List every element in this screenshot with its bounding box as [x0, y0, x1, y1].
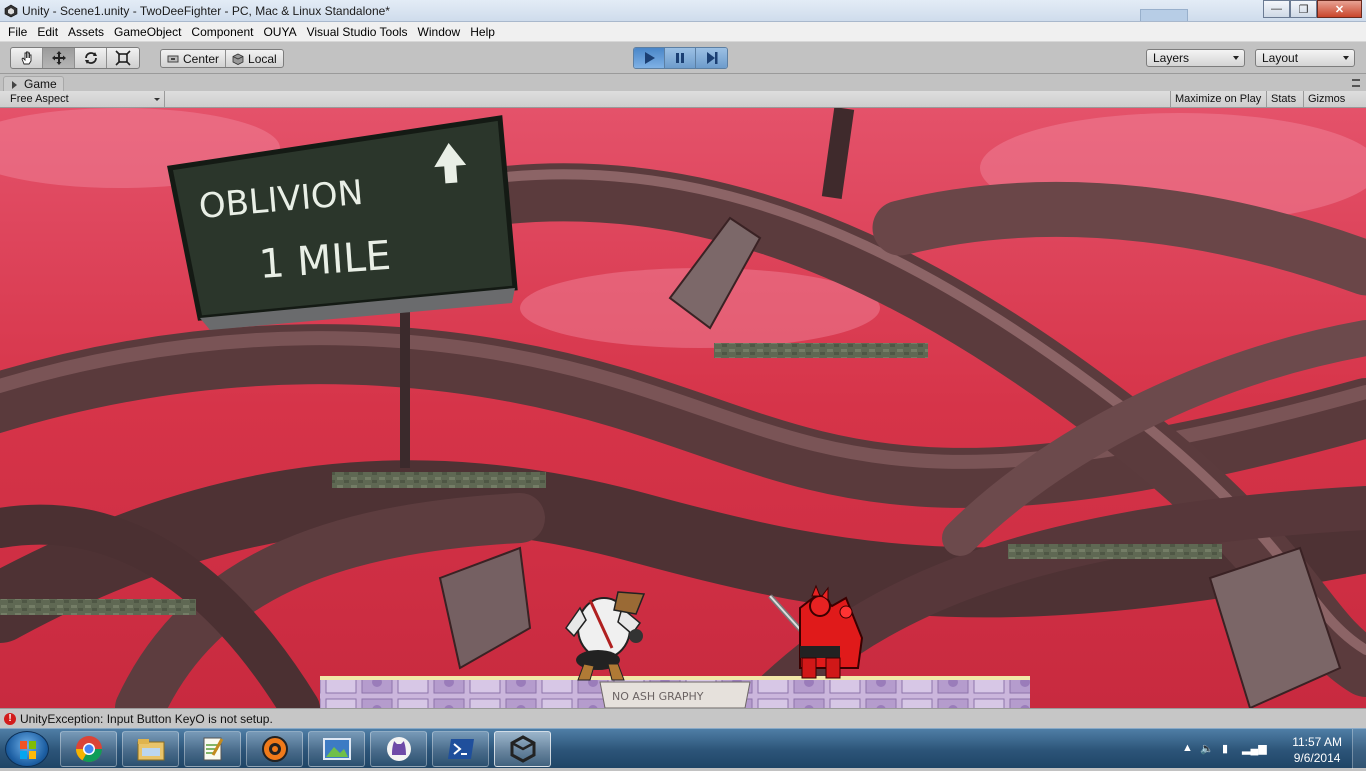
cube-icon — [232, 53, 244, 65]
minimize-button[interactable]: — — [1263, 0, 1290, 18]
menu-bar: File Edit Assets GameObject Component OU… — [0, 22, 1366, 42]
title-bar: Unity - Scene1.unity - TwoDeeFighter - P… — [0, 0, 1366, 22]
start-button[interactable] — [5, 731, 49, 767]
network-icon[interactable]: ▂▄▆ — [1242, 742, 1267, 756]
taskbar-unity[interactable] — [494, 731, 551, 767]
github-icon — [386, 737, 411, 761]
menu-gameobject[interactable]: GameObject — [109, 25, 186, 39]
menu-file[interactable]: File — [3, 25, 32, 39]
aero-tab-indicator — [1140, 9, 1188, 21]
pause-button[interactable] — [665, 48, 696, 68]
step-icon — [706, 52, 717, 64]
rotate-tool-button[interactable] — [75, 48, 107, 68]
game-viewport[interactable]: OBLIVION 1 MILE NO ASH GRAPHY — [0, 108, 1366, 708]
rotate-icon — [84, 52, 97, 64]
hand-tool-button[interactable] — [11, 48, 43, 68]
layers-dropdown[interactable]: Layers — [1146, 49, 1245, 67]
layout-label: Layout — [1262, 51, 1299, 65]
menu-assets[interactable]: Assets — [63, 25, 109, 39]
pause-icon — [676, 53, 684, 63]
taskbar-notepad[interactable] — [184, 731, 241, 767]
playback-controls — [633, 47, 728, 69]
chevron-down-icon — [1233, 56, 1239, 60]
center-pivot-icon — [167, 55, 179, 62]
platform-middle-left — [332, 472, 546, 488]
taskbar-powershell[interactable] — [432, 731, 489, 767]
taskbar: ▲ 🔈 ▮ ▂▄▆ 11:57 AM 9/6/2014 — [0, 728, 1366, 769]
taskbar-game[interactable] — [246, 731, 303, 767]
pivot-center-button[interactable]: Center — [161, 50, 227, 67]
taskbar-explorer[interactable] — [122, 731, 179, 767]
chevron-down-icon — [1343, 56, 1349, 60]
tab-game[interactable]: Game — [3, 76, 64, 91]
panel-menu-icon[interactable] — [1352, 79, 1360, 87]
menu-help[interactable]: Help — [465, 25, 500, 39]
clock[interactable]: 11:57 AM 9/6/2014 — [1292, 734, 1342, 766]
hand-icon — [20, 51, 31, 65]
move-icon — [51, 51, 66, 65]
chrome-icon — [75, 736, 102, 763]
pivot-local-button[interactable]: Local — [226, 50, 283, 67]
step-button[interactable] — [696, 48, 727, 68]
tray-expand-icon[interactable]: ▲ — [1182, 742, 1196, 756]
image-icon — [322, 738, 351, 760]
maximize-button[interactable]: ❐ — [1290, 0, 1317, 18]
close-button[interactable]: ✕ — [1317, 0, 1362, 18]
game-panel-header: Game — [0, 74, 1366, 91]
pivot-local-label: Local — [248, 51, 277, 66]
menu-window[interactable]: Window — [413, 25, 466, 39]
taskbar-github[interactable] — [370, 731, 427, 767]
layers-label: Layers — [1153, 51, 1190, 65]
powershell-icon — [447, 739, 474, 759]
toolbar: Center Local Layers Layout — [0, 42, 1366, 74]
transform-tools — [10, 47, 140, 69]
pivot-center-label: Center — [183, 51, 220, 66]
game-view-toolbar: Free Aspect Maximize on Play Stats Gizmo… — [0, 91, 1366, 108]
notepad-icon — [203, 737, 223, 761]
clock-time: 11:57 AM — [1292, 735, 1342, 749]
window-title: Unity - Scene1.unity - TwoDeeFighter - P… — [22, 4, 390, 18]
game-icon — [261, 736, 288, 762]
pivot-toggle-group: Center Local — [160, 49, 284, 68]
error-icon: ! — [4, 713, 16, 725]
status-bar[interactable]: ! UnityException: Input Button KeyO is n… — [0, 708, 1366, 728]
unity-icon — [510, 735, 535, 763]
menu-component[interactable]: Component — [186, 25, 258, 39]
show-desktop-button[interactable] — [1352, 729, 1366, 769]
scale-tool-button[interactable] — [107, 48, 139, 68]
sign-line2-text: 1 MILE — [257, 233, 392, 288]
status-message[interactable]: UnityException: Input Button KeyO is not… — [20, 712, 273, 726]
aspect-label: Free Aspect — [10, 93, 69, 105]
menu-visual-studio-tools[interactable]: Visual Studio Tools — [302, 25, 413, 39]
game-scene: OBLIVION 1 MILE NO ASH GRAPHY — [0, 108, 1366, 708]
game-tab-icon — [12, 81, 17, 89]
platform-middle-right — [1008, 544, 1222, 559]
play-icon — [645, 52, 655, 64]
gizmos-button[interactable]: Gizmos — [1303, 91, 1349, 107]
stage-floor: NO ASH GRAPHY — [320, 676, 1030, 708]
explorer-icon — [137, 739, 164, 761]
taskbar-chrome[interactable] — [60, 731, 117, 767]
move-tool-button[interactable] — [43, 48, 75, 68]
stats-button[interactable]: Stats — [1266, 91, 1300, 107]
play-button[interactable] — [634, 48, 665, 68]
battery-icon[interactable]: ▮ — [1222, 742, 1236, 756]
aspect-dropdown[interactable]: Free Aspect — [0, 91, 165, 107]
scale-icon — [115, 50, 131, 66]
layout-dropdown[interactable]: Layout — [1255, 49, 1355, 67]
maximize-on-play-button[interactable]: Maximize on Play — [1170, 91, 1265, 107]
volume-icon[interactable]: 🔈 — [1200, 742, 1214, 756]
windows-logo-icon — [20, 741, 36, 759]
tab-game-label: Game — [24, 77, 57, 91]
platform-lower-left — [0, 599, 196, 615]
stage-sign-text: NO ASH GRAPHY — [612, 690, 704, 703]
clock-date: 9/6/2014 — [1293, 751, 1341, 765]
platform-upper-right — [714, 343, 928, 358]
menu-ouya[interactable]: OUYA — [258, 25, 301, 39]
chevron-down-icon — [154, 98, 160, 101]
system-tray: ▲ 🔈 ▮ ▂▄▆ 11:57 AM 9/6/2014 — [1176, 729, 1366, 769]
menu-edit[interactable]: Edit — [32, 25, 63, 39]
taskbar-image-viewer[interactable] — [308, 731, 365, 767]
unity-app-icon — [4, 4, 18, 18]
